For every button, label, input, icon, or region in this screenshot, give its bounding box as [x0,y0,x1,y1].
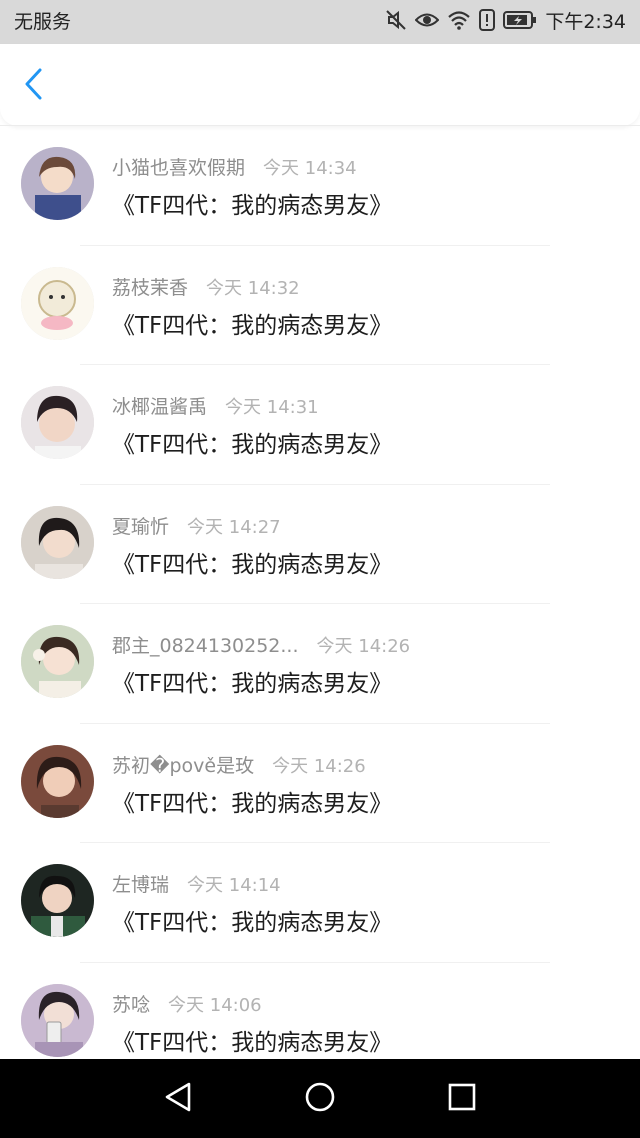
item-meta: 冰椰温酱禹 今天 14:31 [112,392,319,418]
nav-back-button[interactable] [158,1079,198,1119]
avatar[interactable] [21,266,94,340]
list-item[interactable]: 苏初�pově是玫 今天 14:26 《TF四代：我的病态男友》 [0,724,640,843]
avatar[interactable] [21,147,94,220]
status-bar: 无服务 下午2:34 [0,0,640,44]
list-item[interactable]: 小猫也喜欢假期 今天 14:34 《TF四代：我的病态男友》 [0,126,640,246]
avatar[interactable] [21,864,94,937]
list-item[interactable]: 夏瑜忻 今天 14:27 《TF四代：我的病态男友》 [0,485,640,604]
message-text: 《TF四代：我的病态男友》 [112,551,393,578]
title-bar [0,44,640,126]
eye-icon [414,10,440,34]
screen: 无服务 下午2:34 小猫也喜欢假期 今天 14:34 《TF四代：我的病态男友… [0,0,640,1138]
message-time: 今天 14:14 [187,875,281,896]
avatar[interactable] [21,983,94,1057]
message-time: 今天 14:31 [225,397,319,418]
sender-name[interactable]: 左博瑞 [112,870,169,897]
message-time: 今天 14:27 [187,516,281,538]
message-time: 今天 14:32 [206,277,300,299]
mute-icon [385,9,407,35]
recents-square-icon [447,1082,477,1116]
back-button[interactable] [14,66,54,106]
message-time: 今天 14:26 [272,755,366,777]
message-list: 小猫也喜欢假期 今天 14:34 《TF四代：我的病态男友》 荔枝茉香 今天 1… [0,126,640,1082]
list-item[interactable]: 左博瑞 今天 14:14 《TF四代：我的病态男友》 [0,843,640,963]
sender-name[interactable]: 冰椰温酱禹 [112,392,207,419]
battery-charging-icon [503,10,537,34]
message-time: 今天 14:26 [316,636,411,657]
home-circle-icon [304,1081,336,1117]
list-item[interactable]: 荔枝茉香 今天 14:32 《TF四代：我的病态男友》 [0,246,640,365]
back-triangle-icon [163,1081,193,1117]
avatar[interactable] [21,625,94,698]
sender-name[interactable]: 荔枝茉香 [112,273,188,300]
sender-name[interactable]: 小猫也喜欢假期 [112,153,245,180]
nav-home-button[interactable] [300,1079,340,1119]
item-meta: 左博瑞 今天 14:14 [112,870,281,896]
message-text: 《TF四代：我的病态男友》 [112,193,393,219]
status-time: 下午2:34 [545,11,626,33]
navigation-bar [0,1059,640,1138]
message-text: 《TF四代：我的病态男友》 [112,790,393,817]
sim-alert-icon [479,9,496,35]
status-icons: 下午2:34 [385,8,626,36]
message-text: 《TF四代：我的病态男友》 [112,432,393,458]
sender-name[interactable]: 郡主_0824130252... [112,631,299,658]
item-meta: 郡主_0824130252... 今天 14:26 [112,631,410,657]
carrier-label: 无服务 [14,11,72,33]
list-item[interactable]: 冰椰温酱禹 今天 14:31 《TF四代：我的病态男友》 [0,365,640,485]
message-text: 《TF四代：我的病态男友》 [112,910,393,936]
wifi-icon [447,10,471,34]
item-meta: 苏初�pově是玫 今天 14:26 [112,751,366,777]
sender-name[interactable]: 苏初�pově是玫 [112,751,254,778]
message-time: 今天 14:06 [168,994,262,1016]
chevron-left-icon [22,67,46,105]
message-text: 《TF四代：我的病态男友》 [112,312,393,339]
sender-name[interactable]: 夏瑜忻 [112,512,169,539]
message-text: 《TF四代：我的病态男友》 [112,671,393,697]
avatar[interactable] [21,744,94,818]
sender-name[interactable]: 苏唸 [112,990,150,1017]
item-meta: 夏瑜忻 今天 14:27 [112,512,281,538]
item-meta: 荔枝茉香 今天 14:32 [112,273,300,299]
message-time: 今天 14:34 [263,158,357,179]
nav-recents-button[interactable] [442,1079,482,1119]
list-item[interactable]: 郡主_0824130252... 今天 14:26 《TF四代：我的病态男友》 [0,604,640,724]
item-meta: 苏唸 今天 14:06 [112,990,262,1016]
message-text: 《TF四代：我的病态男友》 [112,1029,393,1056]
avatar[interactable] [21,505,94,579]
avatar[interactable] [21,386,94,459]
item-meta: 小猫也喜欢假期 今天 14:34 [112,153,357,179]
